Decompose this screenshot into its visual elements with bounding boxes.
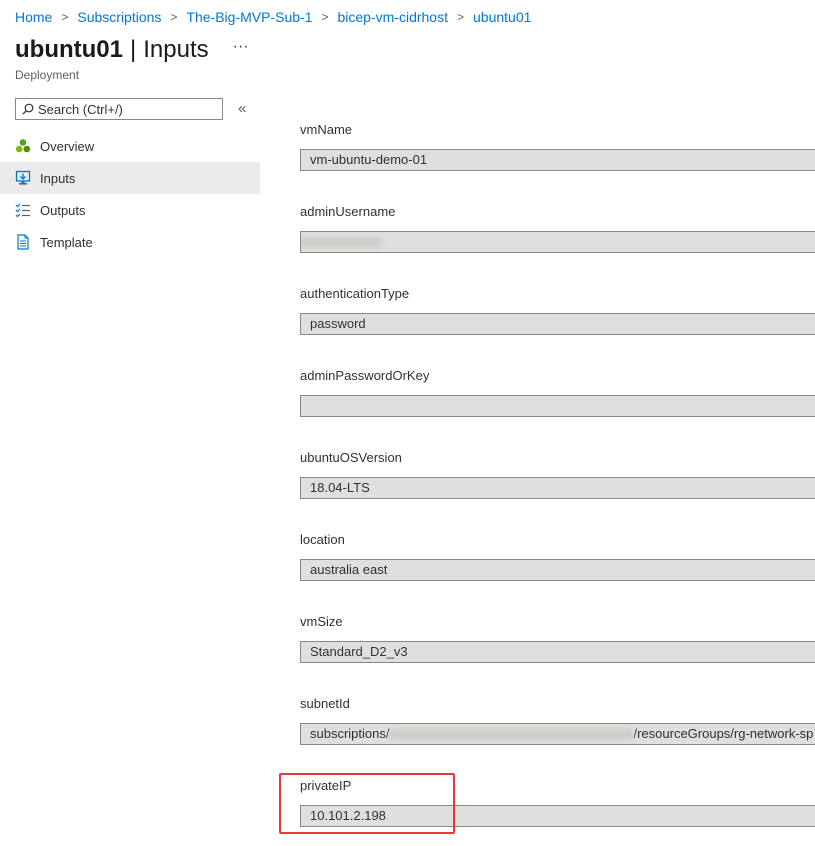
sidebar-item-label: Overview bbox=[40, 138, 95, 154]
sidebar-item-label: Inputs bbox=[40, 170, 76, 186]
sidebar-item-outputs[interactable]: Outputs bbox=[0, 194, 260, 226]
redacted-value bbox=[301, 237, 382, 249]
field-value-vmsize: Standard_D2_v3 bbox=[300, 641, 815, 663]
field-label-vmsize: vmSize bbox=[300, 614, 343, 629]
field-label-adminpasswordorkey: adminPasswordOrKey bbox=[300, 368, 430, 383]
chevron-right-icon: > bbox=[170, 10, 178, 24]
template-icon bbox=[15, 234, 31, 250]
field-label-privateip: privateIP bbox=[300, 778, 352, 793]
sidebar-item-label: Outputs bbox=[40, 202, 86, 218]
redacted-value bbox=[389, 729, 634, 741]
subnetid-suffix: /resourceGroups/rg-network-sp bbox=[633, 726, 814, 741]
field-value-adminpasswordorkey bbox=[300, 395, 815, 417]
chevron-right-icon: > bbox=[456, 10, 464, 24]
field-value-location: australia east bbox=[300, 559, 815, 581]
page-title-section: Inputs bbox=[143, 36, 209, 63]
field-value-privateip: 10.101.2.198 bbox=[300, 805, 815, 827]
field-value-ubuntuosversion: 18.04-LTS bbox=[300, 477, 815, 499]
title-separator: | bbox=[130, 36, 137, 63]
sidebar-item-template[interactable]: Template bbox=[0, 226, 260, 258]
search-box[interactable] bbox=[15, 98, 223, 120]
subnetid-prefix: subscriptions/ bbox=[310, 726, 390, 741]
field-label-subnetid: subnetId bbox=[300, 696, 350, 711]
field-label-authenticationtype: authenticationType bbox=[300, 286, 410, 301]
field-value-adminusername bbox=[300, 231, 815, 253]
breadcrumb-deployment[interactable]: ubuntu01 bbox=[473, 9, 531, 25]
overview-icon bbox=[15, 138, 31, 154]
inputs-icon bbox=[15, 170, 31, 186]
sidebar-item-label: Template bbox=[40, 234, 93, 250]
collapse-sidebar-icon[interactable]: « bbox=[238, 100, 246, 117]
chevron-right-icon: > bbox=[61, 10, 69, 24]
breadcrumb: Home > Subscriptions > The-Big-MVP-Sub-1… bbox=[15, 9, 531, 25]
page-subtitle: Deployment bbox=[15, 68, 80, 82]
field-label-adminusername: adminUsername bbox=[300, 204, 396, 219]
search-input[interactable] bbox=[38, 101, 208, 117]
field-label-ubuntuosversion: ubuntuOSVersion bbox=[300, 450, 402, 465]
field-label-vmname: vmName bbox=[300, 122, 353, 137]
sidebar-item-overview[interactable]: Overview bbox=[0, 130, 260, 162]
breadcrumb-subscriptions[interactable]: Subscriptions bbox=[77, 9, 161, 25]
field-value-vmname: vm-ubuntu-demo-01 bbox=[300, 149, 815, 171]
breadcrumb-resource-group[interactable]: bicep-vm-cidrhost bbox=[338, 9, 448, 25]
breadcrumb-subscription[interactable]: The-Big-MVP-Sub-1 bbox=[186, 9, 312, 25]
chevron-right-icon: > bbox=[321, 10, 329, 24]
page-title: ubuntu01 | Inputs ··· bbox=[15, 36, 249, 64]
more-options-icon[interactable]: ··· bbox=[233, 38, 249, 56]
field-value-subnetid: subscriptions/ /resourceGroups/rg-network… bbox=[300, 723, 815, 745]
sidebar-nav: Overview Inputs Outputs Template bbox=[0, 130, 260, 258]
field-label-location: location bbox=[300, 532, 345, 547]
breadcrumb-home[interactable]: Home bbox=[15, 9, 52, 25]
field-value-authenticationtype: password bbox=[300, 313, 815, 335]
page-title-resource: ubuntu01 bbox=[15, 36, 123, 63]
outputs-icon bbox=[15, 202, 31, 218]
search-icon bbox=[22, 103, 34, 115]
sidebar-item-inputs[interactable]: Inputs bbox=[0, 162, 260, 194]
